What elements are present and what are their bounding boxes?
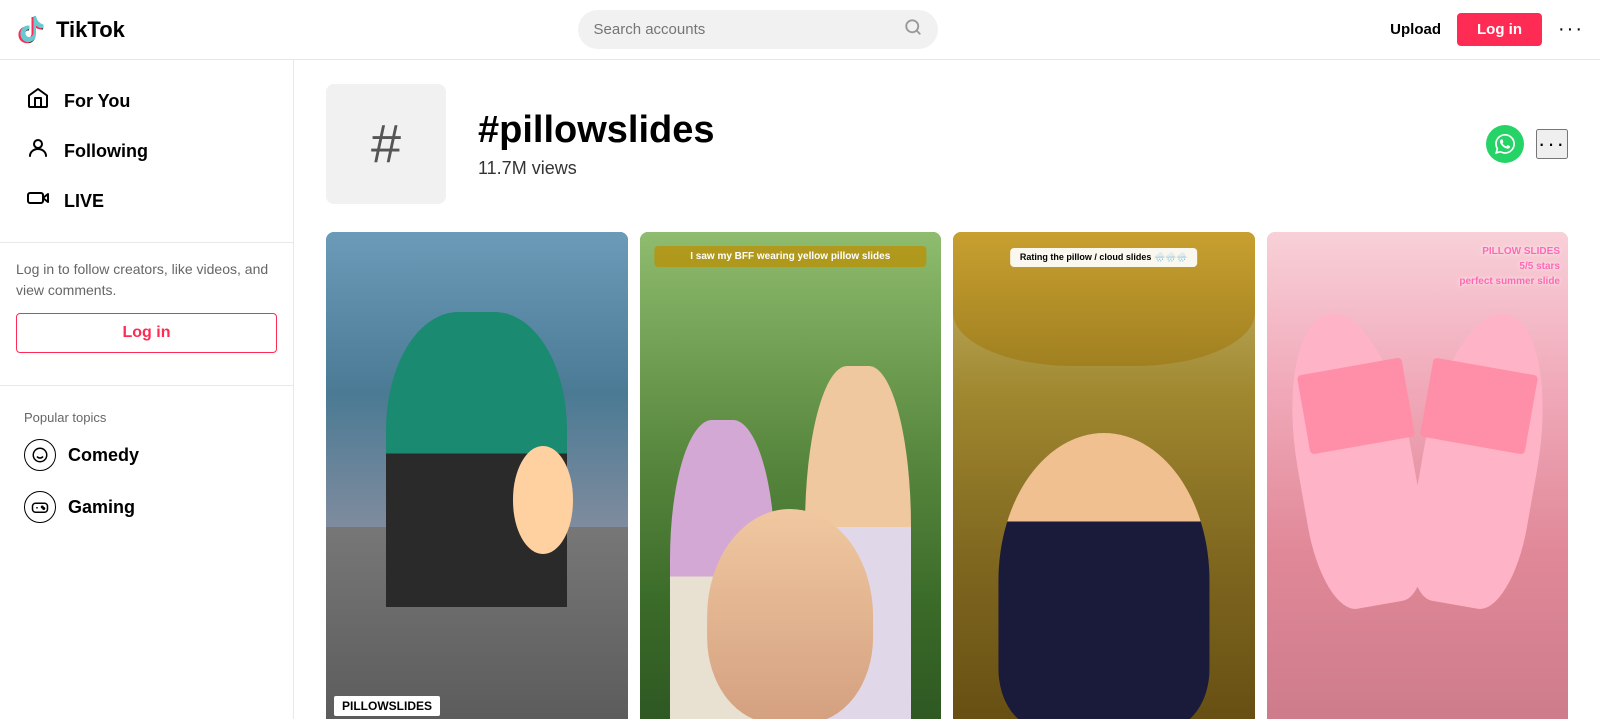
gaming-label: Gaming [68, 497, 135, 518]
upload-button[interactable]: Upload [1390, 21, 1441, 38]
video-overlay-text-3: Rating the pillow / cloud slides 🌧️🌧️🌧️ [1010, 248, 1198, 267]
tag-views: 11.7M views [478, 158, 1454, 179]
main-layout: For You Following LIVE [0, 60, 1600, 719]
tag-header: # #pillowslides 11.7M views ··· [326, 84, 1568, 204]
video-overlay-tag-1: PILLOWSLIDES [334, 696, 440, 716]
video-card-4[interactable]: PILLOW SLIDES5/5 starsperfect summer sli… [1267, 232, 1569, 719]
search-bar [578, 10, 938, 49]
sidebar-live-label: LIVE [64, 191, 104, 212]
sidebar-item-gaming[interactable]: Gaming [0, 481, 293, 533]
whatsapp-share-button[interactable] [1486, 125, 1524, 163]
tag-icon-box: # [326, 84, 446, 204]
tag-title: #pillowslides [478, 109, 1454, 152]
following-icon [24, 136, 52, 166]
gaming-icon [24, 491, 56, 523]
home-icon [24, 86, 52, 116]
tag-actions: ··· [1486, 125, 1568, 163]
video-card-1[interactable]: PILLOWSLIDES katstuckey_ My go to mom sl… [326, 232, 628, 719]
hashtag-symbol: # [371, 113, 401, 175]
video-card-2[interactable]: I saw my BFF wearing yellow pillow slide… [640, 232, 942, 719]
sidebar-divider [0, 242, 293, 243]
tag-info: #pillowslides 11.7M views [478, 109, 1454, 179]
video-thumbnail-3: Rating the pillow / cloud slides 🌧️🌧️🌧️ … [953, 232, 1255, 719]
video-overlay-text2-4: PILLOW SLIDES5/5 starsperfect summer sli… [1459, 244, 1560, 289]
tag-more-button[interactable]: ··· [1536, 129, 1568, 159]
login-prompt-text: Log in to follow creators, like videos, … [0, 259, 293, 301]
live-icon [24, 186, 52, 216]
comedy-label: Comedy [68, 445, 139, 466]
search-input[interactable] [594, 21, 896, 38]
header-right: Upload Log in ··· [1390, 13, 1584, 46]
comedy-icon [24, 439, 56, 471]
video-thumbnail-4: PILLOW SLIDES5/5 starsperfect summer sli… [1267, 232, 1569, 719]
sidebar-divider-2 [0, 385, 293, 386]
tiktok-logo-icon [16, 13, 50, 47]
sidebar-item-live[interactable]: LIVE [0, 176, 293, 226]
logo[interactable]: TikTok [16, 13, 125, 47]
popular-topics-label: Popular topics [0, 402, 293, 429]
sidebar-item-for-you[interactable]: For You [0, 76, 293, 126]
more-options-button[interactable]: ··· [1558, 18, 1584, 41]
sidebar-item-following[interactable]: Following [0, 126, 293, 176]
sidebar: For You Following LIVE [0, 60, 294, 719]
sidebar-following-label: Following [64, 141, 148, 162]
sidebar-item-comedy[interactable]: Comedy [0, 429, 293, 481]
search-container [165, 10, 1350, 49]
main-content: # #pillowslides 11.7M views ··· [294, 60, 1600, 719]
sidebar-nav: For You Following LIVE [0, 76, 293, 226]
search-icon [904, 18, 922, 41]
video-grid: PILLOWSLIDES katstuckey_ My go to mom sl… [326, 232, 1568, 719]
video-thumbnail-2: I saw my BFF wearing yellow pillow slide… [640, 232, 942, 719]
video-overlay-text-2: I saw my BFF wearing yellow pillow slide… [655, 246, 926, 267]
sidebar-for-you-label: For You [64, 91, 130, 112]
sidebar-login-button[interactable]: Log in [16, 313, 277, 353]
header: TikTok Upload Log in ··· [0, 0, 1600, 60]
video-thumbnail-1: PILLOWSLIDES katstuckey_ [326, 232, 628, 719]
video-card-3[interactable]: Rating the pillow / cloud slides 🌧️🌧️🌧️ … [953, 232, 1255, 719]
logo-text: TikTok [56, 17, 125, 43]
login-button[interactable]: Log in [1457, 13, 1542, 46]
